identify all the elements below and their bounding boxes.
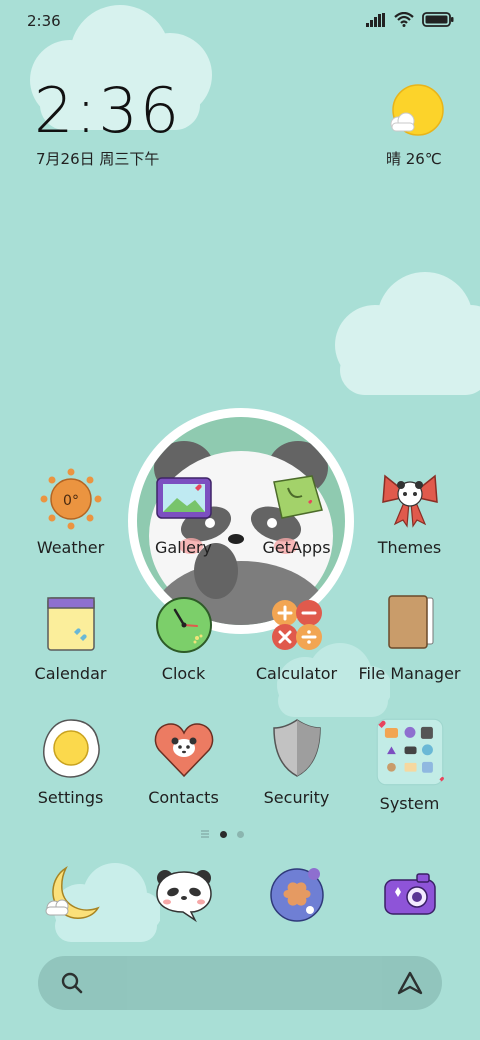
app-label: System (379, 794, 440, 813)
app-security[interactable]: Security (240, 716, 353, 807)
page-indicator[interactable] (200, 829, 244, 839)
app-clock[interactable]: Clock (127, 592, 240, 683)
app-label: Themes (377, 538, 442, 557)
page-dot (237, 830, 244, 838)
panda-message-icon (156, 870, 212, 923)
app-settings[interactable]: Settings (14, 716, 127, 807)
shield-icon (272, 719, 321, 777)
app-file-manager[interactable]: File Manager (353, 592, 466, 683)
panda-heart-icon (154, 723, 213, 778)
moon-app-icon (45, 865, 100, 920)
app-label: Clock (161, 664, 206, 683)
dock-camera-app[interactable] (377, 862, 443, 928)
camera-icon (384, 873, 436, 915)
app-label: File Manager (358, 664, 461, 683)
battery-icon (422, 12, 454, 27)
app-label: Gallery (155, 538, 212, 557)
folder-icon (387, 595, 433, 649)
wifi-icon (394, 12, 414, 27)
app-label: Contacts (148, 788, 219, 807)
search-icon (61, 972, 83, 994)
cloud-decoration (335, 272, 480, 395)
weather-app-temp: 0° (63, 493, 79, 509)
dock-messages-app[interactable] (151, 862, 217, 928)
fried-egg-icon (42, 719, 100, 778)
app-system-folder[interactable]: System (353, 716, 466, 813)
app-label: Settings (37, 788, 104, 807)
clock-widget-time[interactable]: 2:36 (34, 80, 181, 142)
menu-lines-icon (201, 830, 209, 838)
status-bar: 2:36 (0, 0, 480, 42)
app-getapps[interactable]: GetApps (240, 466, 353, 557)
clock-widget-date: 7月26日 周三下午 (36, 150, 160, 168)
calculator-app-icon (271, 600, 322, 650)
app-contacts[interactable]: Contacts (127, 716, 240, 807)
home-screen: { "status_bar": { "time": "2:36" }, "clo… (0, 0, 480, 1040)
system-folder-icon (376, 718, 444, 786)
page-dot-active (220, 830, 227, 838)
clock-app-icon (155, 597, 212, 653)
app-label: GetApps (262, 538, 331, 557)
assistant-icon[interactable] (396, 969, 424, 997)
shopping-bag-icon (272, 475, 323, 519)
weather-app-icon: 0° (40, 468, 101, 530)
app-calendar[interactable]: Calendar (14, 592, 127, 683)
dock-moon-app[interactable] (38, 862, 104, 928)
dock-browser-app[interactable] (264, 862, 330, 928)
search-bar[interactable] (38, 956, 442, 1010)
gallery-app-icon (155, 477, 212, 519)
app-calculator[interactable]: Calculator (240, 592, 353, 683)
weather-widget[interactable] (386, 84, 446, 142)
app-label: Weather (36, 538, 105, 557)
app-gallery[interactable]: Gallery (127, 466, 240, 557)
app-weather[interactable]: 0° Weather (14, 466, 127, 557)
sun-cloud-icon (390, 84, 444, 136)
status-time: 2:36 (27, 12, 61, 30)
signal-icon (366, 12, 385, 27)
weather-widget-text: 晴 26℃ (386, 150, 442, 168)
app-themes[interactable]: Themes (353, 466, 466, 557)
browser-icon (270, 868, 324, 922)
panda-bow-icon (381, 474, 438, 528)
app-label: Calculator (255, 664, 338, 683)
calendar-app-icon (46, 597, 95, 651)
app-label: Security (263, 788, 330, 807)
app-label: Calendar (34, 664, 107, 683)
